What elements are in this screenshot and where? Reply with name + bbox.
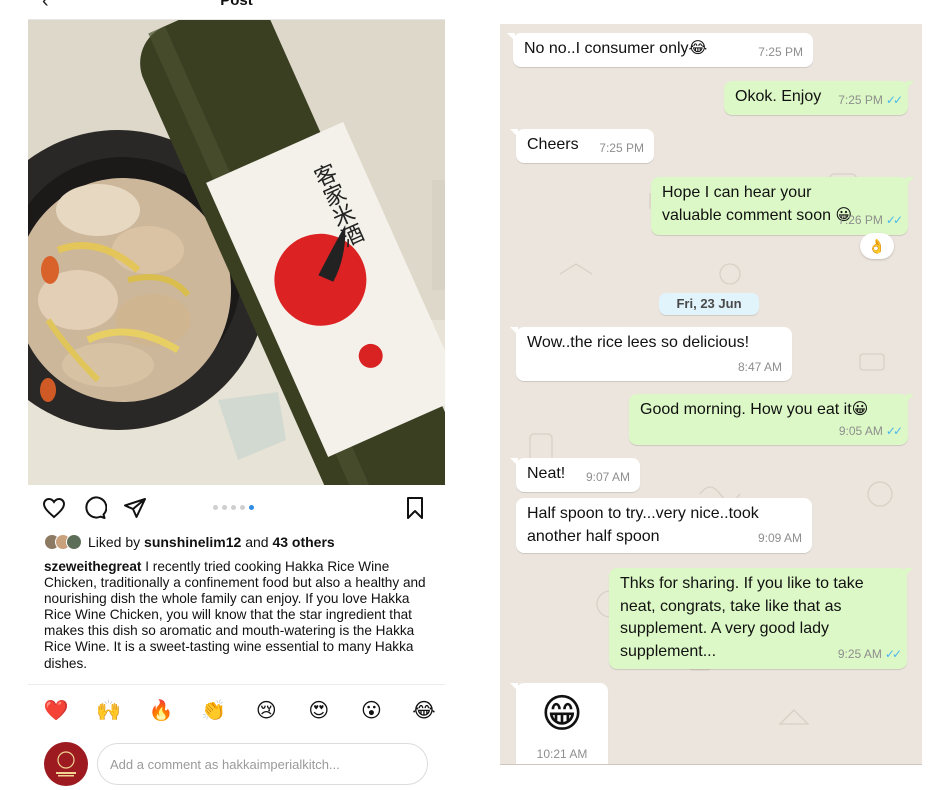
- share-icon[interactable]: [121, 494, 149, 522]
- read-receipt-icon: ✓✓: [885, 423, 903, 438]
- bookmark-icon[interactable]: [401, 494, 429, 522]
- message-in-3[interactable]: Wow..the rice lees so delicious! 8:47 AM: [510, 327, 792, 381]
- reaction-heart[interactable]: ❤️: [42, 698, 70, 723]
- whatsapp-chat-panel[interactable]: No no..I consumer only😂 7:25 PM Okok. En…: [500, 24, 922, 765]
- message-meta: 7:25 PM ✓✓: [838, 89, 903, 112]
- liker-username-link[interactable]: sunshinelim12: [144, 534, 241, 550]
- message-out-4[interactable]: Thks for sharing. If you like to take ne…: [609, 568, 913, 669]
- message-time: 9:09 AM: [757, 530, 802, 545]
- carousel-dot: [213, 505, 218, 510]
- post-photo[interactable]: 客家米酒: [28, 20, 445, 485]
- message-in-4[interactable]: Neat! 9:07 AM: [510, 458, 640, 492]
- message-reaction-badge[interactable]: 👌: [860, 233, 894, 259]
- message-meta: 7:26 PM ✓✓: [838, 209, 903, 232]
- message-time: 9:07 AM: [585, 469, 630, 484]
- message-text: Good morning. How you eat it😀: [640, 401, 869, 418]
- message-emoji: 😁: [541, 692, 583, 736]
- comment-icon[interactable]: [81, 494, 109, 522]
- message-meta: 9:05 AM ✓✓: [838, 420, 903, 443]
- likes-line: Liked by sunshinelim12 and 43 others: [44, 534, 335, 550]
- reaction-clap[interactable]: 👏: [200, 698, 228, 723]
- message-time: 7:25 PM: [838, 92, 883, 107]
- message-out-2[interactable]: Hope I can hear your valuable comment so…: [651, 177, 914, 235]
- quick-reaction-bar: ❤️ 🙌 🔥 👏 😢 😍 😮 😂: [42, 698, 438, 723]
- message-text: Wow..the rice lees so delicious!: [527, 334, 750, 351]
- caption-text: I recently tried cooking Hakka Rice Wine…: [44, 559, 426, 671]
- message-text: Cheers: [527, 136, 579, 153]
- message-time: 7:26 PM: [838, 212, 883, 227]
- carousel-dot-active: [249, 505, 254, 510]
- message-time: 10:21 AM: [536, 747, 588, 761]
- message-in-6[interactable]: 😁 10:21 AM: [510, 683, 608, 764]
- post-action-bar: [28, 494, 445, 524]
- message-in-1[interactable]: No no..I consumer only😂 7:25 PM: [507, 33, 813, 67]
- reaction-fire[interactable]: 🔥: [147, 698, 175, 723]
- comment-composer: [44, 742, 444, 786]
- instagram-post-panel: ‹ Post 客家米酒 Liked by sunshinelim12 and 4…: [28, 0, 445, 790]
- reaction-heart-eyes[interactable]: 😍: [305, 698, 333, 723]
- post-header: ‹ Post: [28, 0, 445, 20]
- liker-avatars: [44, 534, 82, 550]
- date-separator: Fri, 23 Jun: [659, 293, 759, 315]
- message-text: Okok. Enjoy: [735, 88, 822, 105]
- message-time: 8:47 AM: [737, 359, 782, 374]
- message-text: Neat!: [527, 465, 566, 482]
- message-text: Half spoon to try...very nice..took anot…: [527, 505, 759, 545]
- caption-username-link[interactable]: szeweithegreat: [44, 559, 141, 574]
- post-caption: szeweithegreat I recently tried cooking …: [44, 559, 434, 672]
- message-out-1[interactable]: Okok. Enjoy 7:25 PM ✓✓: [724, 81, 914, 115]
- message-in-5[interactable]: Half spoon to try...very nice..took anot…: [516, 498, 812, 553]
- read-receipt-icon: ✓✓: [885, 92, 903, 107]
- read-receipt-icon: ✓✓: [884, 646, 902, 661]
- carousel-dot: [240, 505, 245, 510]
- likes-others-link[interactable]: 43 others: [272, 534, 334, 550]
- heart-icon[interactable]: [40, 494, 68, 522]
- reaction-raised-hands[interactable]: 🙌: [95, 698, 123, 723]
- message-time: 9:25 AM: [837, 646, 882, 661]
- reaction-surprised[interactable]: 😮: [357, 698, 385, 723]
- carousel-dot: [222, 505, 227, 510]
- message-text: No no..I consumer only😂: [524, 40, 708, 57]
- avatar: [66, 534, 82, 550]
- message-time: 7:25 PM: [758, 44, 803, 59]
- message-meta: 9:25 AM ✓✓: [837, 643, 902, 666]
- message-time: 9:05 AM: [838, 423, 883, 438]
- message-in-2[interactable]: Cheers 7:25 PM: [510, 129, 654, 163]
- avatar: [44, 742, 88, 786]
- read-receipt-icon: ✓✓: [885, 212, 903, 227]
- likes-prefix: Liked by: [88, 534, 141, 550]
- comment-input[interactable]: [97, 743, 428, 785]
- message-time: 7:25 PM: [599, 140, 644, 155]
- carousel-dot: [231, 505, 236, 510]
- reaction-cry[interactable]: 😢: [252, 698, 280, 723]
- divider: [28, 684, 445, 685]
- photo-illustration: 客家米酒: [28, 20, 445, 485]
- page-title: Post: [220, 0, 253, 9]
- message-out-3[interactable]: Good morning. How you eat it😀 9:05 AM ✓✓: [629, 394, 914, 445]
- screenshot-root: ‹ Post 客家米酒 Liked by sunshinelim12 and 4…: [0, 0, 940, 790]
- reaction-laugh[interactable]: 😂: [410, 698, 438, 723]
- likes-joiner: and: [245, 534, 269, 550]
- carousel-dots: [213, 505, 254, 510]
